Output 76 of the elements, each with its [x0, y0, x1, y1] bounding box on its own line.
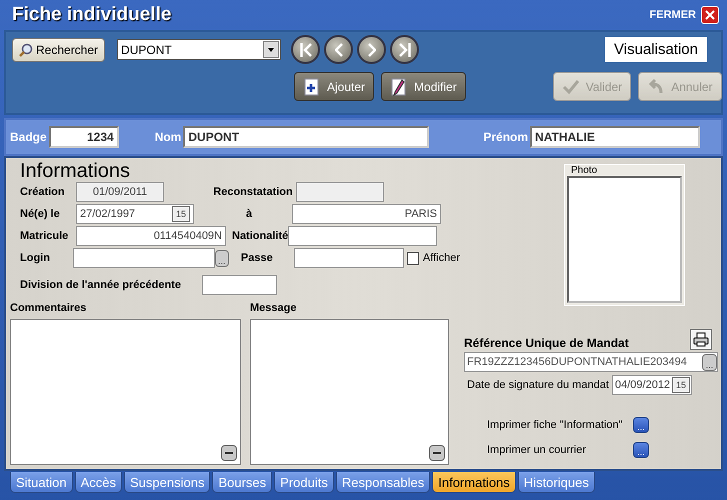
minimize-button[interactable]: [221, 445, 237, 461]
pencil-icon: [390, 78, 408, 96]
action-label: Imprimer un courrier: [486, 444, 588, 456]
field-label: Badge: [10, 130, 47, 144]
checkmark-icon: [562, 78, 580, 96]
checkbox[interactable]: [406, 252, 419, 264]
field-label: Reconstatation: [212, 186, 294, 198]
reference-field[interactable]: FR19ZZZ123456DUPONTNATHALIE203494 ...: [464, 352, 718, 372]
date-field[interactable]: 04/09/2012 15: [612, 375, 692, 395]
tab[interactable]: Accès: [74, 472, 122, 493]
skip-forward-icon: [398, 42, 411, 56]
field-label: Message: [250, 302, 298, 316]
field-label: Passe: [240, 252, 274, 264]
close-button[interactable]: [701, 6, 719, 24]
calendar-button[interactable]: 15: [672, 377, 690, 393]
field-label: Création: [19, 186, 66, 198]
field-label: Division de l'année précédente: [19, 279, 182, 291]
field-label: Nationalité: [231, 230, 288, 242]
field-label: Né(e) le: [19, 208, 61, 220]
name-combo[interactable]: DUPONT: [117, 39, 282, 60]
close-icon: [705, 10, 715, 20]
skip-back-icon: [300, 42, 312, 56]
input-field[interactable]: 0114540409N: [76, 226, 226, 246]
document-plus-icon: [303, 78, 321, 96]
mode-indicator: Visualisation: [605, 37, 707, 62]
minus-icon: [225, 452, 233, 454]
search-icon: [19, 42, 33, 56]
first-name-field[interactable]: NATHALIE: [530, 126, 700, 148]
tab[interactable]: Suspensions: [124, 472, 210, 493]
forward-icon: [368, 42, 376, 56]
date-field[interactable]: 27/02/1997 15: [76, 204, 194, 224]
back-button[interactable]: [324, 35, 354, 64]
ellipsis-button[interactable]: ...: [633, 442, 649, 458]
section-title: Informations: [20, 160, 132, 182]
ellipsis-button[interactable]: ...: [633, 417, 649, 433]
ellipsis-button[interactable]: ...: [702, 354, 717, 370]
input-field[interactable]: [288, 226, 437, 246]
printer-icon: [693, 332, 709, 347]
badge-field[interactable]: 1234: [48, 126, 119, 148]
name-field[interactable]: DUPONT: [183, 126, 430, 148]
minimize-button[interactable]: [429, 445, 445, 461]
field-label: Matricule: [19, 230, 70, 242]
action-label: Imprimer fiche "Information": [486, 419, 624, 431]
close-label: FERMER: [650, 9, 696, 21]
input-field[interactable]: [72, 248, 215, 268]
field-label: Nom: [154, 130, 182, 144]
input-field[interactable]: [202, 275, 277, 295]
edit-button[interactable]: Modifier: [381, 72, 466, 101]
tab[interactable]: Informations: [432, 472, 516, 493]
section-heading: Référence Unique de Mandat: [464, 336, 629, 350]
forward-button[interactable]: [357, 35, 386, 64]
window-title: Fiche individuelle: [12, 4, 172, 26]
tab[interactable]: Bourses: [212, 472, 272, 493]
checkbox-label: Afficher: [422, 252, 460, 264]
field-label: Login: [19, 252, 51, 264]
undo-arrow-icon: [647, 78, 666, 96]
search-button[interactable]: Rechercher: [12, 38, 106, 62]
tab[interactable]: Produits: [274, 472, 334, 493]
back-icon: [334, 42, 343, 56]
input-field[interactable]: PARIS: [292, 204, 441, 224]
add-button[interactable]: Ajouter: [294, 72, 374, 101]
field-label: Prénom: [483, 130, 528, 144]
tab[interactable]: Situation: [10, 472, 73, 493]
tab[interactable]: Historiques: [518, 472, 595, 493]
tab[interactable]: Responsables: [336, 472, 430, 493]
group-label: Photo: [571, 165, 598, 176]
print-button[interactable]: [690, 329, 712, 350]
calendar-button[interactable]: 15: [172, 206, 190, 222]
minus-icon: [433, 452, 441, 454]
input-field[interactable]: [294, 248, 404, 268]
field-label: à: [244, 208, 254, 220]
field-label: Date de signature du mandat: [466, 379, 610, 391]
skip-back-button[interactable]: [291, 35, 320, 64]
field-label: Commentaires: [10, 302, 88, 316]
skip-forward-button[interactable]: [390, 35, 420, 64]
ellipsis-button[interactable]: ...: [214, 250, 229, 266]
